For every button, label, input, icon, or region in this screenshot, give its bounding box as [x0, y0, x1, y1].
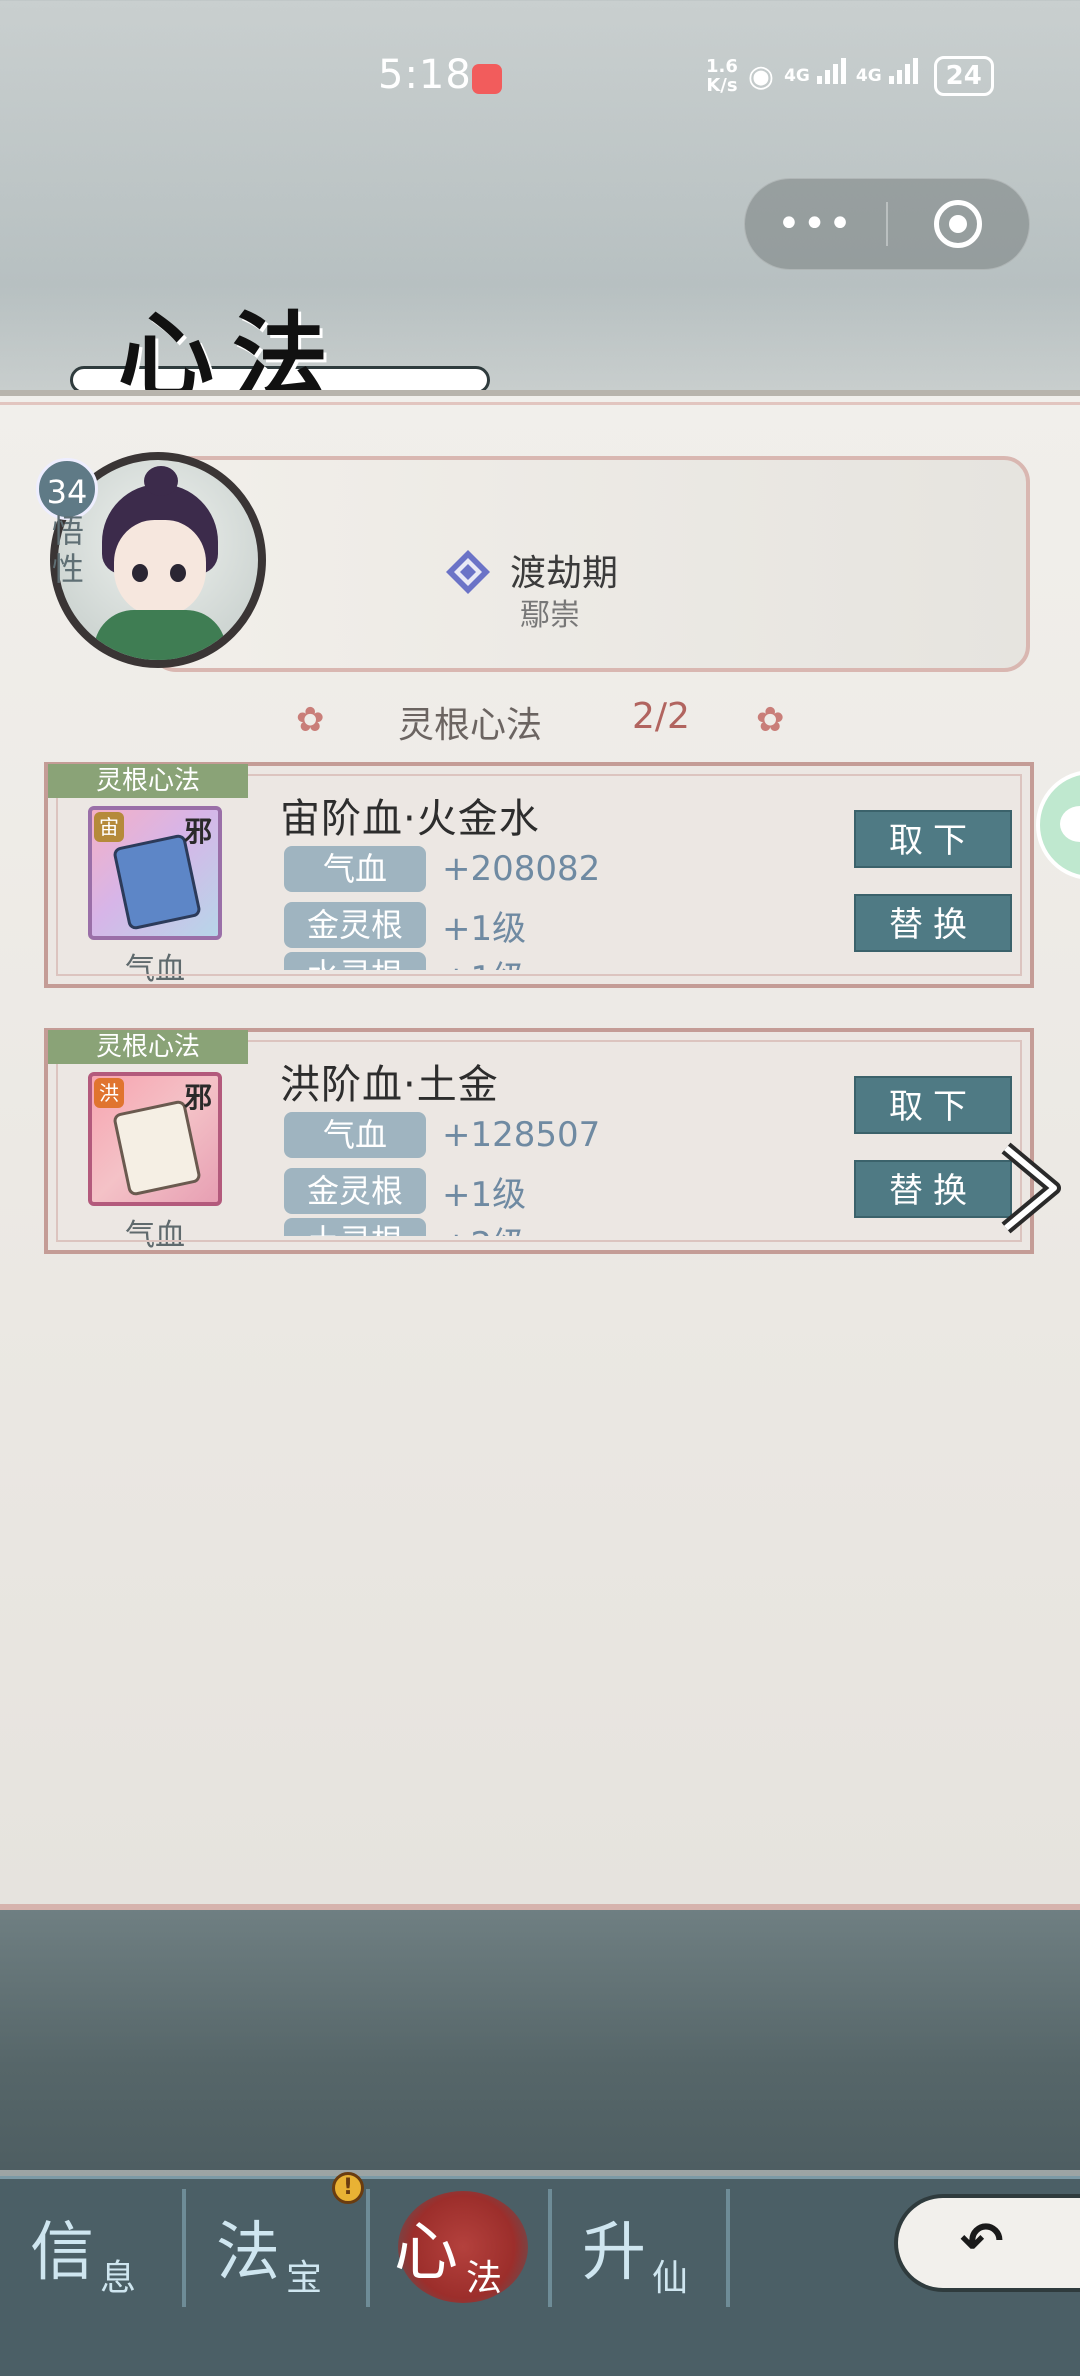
book-grade-badge: 洪 — [94, 1078, 124, 1108]
stat-value: +208082 — [442, 849, 601, 889]
book-grade-badge: 宙 — [94, 812, 124, 842]
tab-info[interactable]: 信 息 — [0, 2179, 180, 2313]
signal-2-label: 4G — [855, 66, 882, 86]
avatar-bun — [144, 466, 178, 496]
card-tag: 灵根心法 — [48, 1030, 248, 1064]
attribute-label: 悟性 — [51, 512, 84, 588]
stat-row: 气血 +128507 — [284, 1112, 600, 1158]
stat-value: +1级 — [442, 1174, 527, 1215]
stat-row: 土灵根 +2级 — [284, 1218, 584, 1236]
stat-label: 金灵根 — [284, 1168, 426, 1214]
hotspot-icon: ◉ — [747, 58, 775, 94]
stat-label: 土灵根 — [284, 1218, 426, 1236]
tab-small-char: 宝 — [286, 2258, 323, 2299]
tab-small-char: 仙 — [652, 2258, 689, 2299]
stat-row: 金灵根 +1级 — [284, 1168, 527, 1215]
tab-divider — [726, 2189, 730, 2307]
status-bar: 5:18 1.6 K/s ◉ 4G 4G 24 — [0, 0, 1080, 160]
level-badge: 34 — [36, 458, 98, 520]
record-circle-icon — [934, 200, 983, 248]
stat-row: 水灵根 +1级 — [284, 952, 584, 970]
stat-label: 气血 — [284, 1112, 426, 1158]
remove-button[interactable]: 取下 — [854, 1076, 1012, 1134]
stat-label: 气血 — [284, 846, 426, 892]
technique-book-icon[interactable]: 宙 邪 — [88, 806, 222, 940]
close-miniprogram-button[interactable] — [888, 200, 1029, 248]
avatar-face — [114, 520, 206, 616]
avatar-robe — [94, 610, 226, 660]
tab-big-char: 信 — [30, 2216, 94, 2290]
tab-ascend[interactable]: 升 仙 — [552, 2179, 732, 2313]
avatar-eye — [170, 564, 186, 582]
tab-small-char: 法 — [466, 2258, 503, 2299]
technique-name: 洪阶血·土金 — [280, 1062, 499, 1108]
replace-button[interactable]: 替换 — [854, 894, 1012, 952]
book-evil-mark: 邪 — [183, 815, 212, 848]
tab-big-char: 心 — [394, 2216, 458, 2290]
net-speed: 1.6 K/s — [706, 57, 738, 95]
net-speed-value: 1.6 — [706, 56, 738, 77]
huawei-app-icon — [472, 64, 502, 94]
remove-button[interactable]: 取下 — [854, 810, 1012, 868]
bottom-scenery — [0, 1910, 1080, 2170]
chevron-right-icon[interactable] — [996, 1142, 1066, 1234]
technique-card: 灵根心法 洪 邪 气血 洪阶血·土金 气血 +128507 金灵根 +1级 土灵… — [44, 1028, 1034, 1254]
back-button[interactable]: ↶ — [894, 2194, 1080, 2292]
book-type-label: 气血 — [125, 1218, 185, 1253]
battery-icon: 24 — [933, 56, 994, 96]
flower-icon: ✿ — [296, 700, 325, 740]
tab-big-char: 升 — [582, 2216, 646, 2290]
replace-button[interactable]: 替换 — [854, 1160, 1012, 1218]
stat-value: +1级 — [442, 952, 526, 971]
realm-icon — [444, 548, 492, 596]
status-time: 5:18 — [378, 52, 472, 98]
back-arrow-icon: ↶ — [960, 2212, 1004, 2272]
flower-icon: ✿ — [756, 700, 785, 740]
character-name: 鄢崇 — [520, 598, 580, 633]
section-title: 灵根心法 — [398, 705, 543, 746]
realm-label: 渡劫期 — [510, 553, 619, 594]
stat-label: 金灵根 — [284, 902, 426, 948]
technique-card: 灵根心法 宙 邪 气血 宙阶血·火金水 气血 +208082 金灵根 +1级 水… — [44, 762, 1034, 988]
tab-technique[interactable]: 心 法 — [370, 2179, 550, 2313]
book-evil-mark: 邪 — [183, 1081, 212, 1114]
stat-value: +1级 — [442, 908, 527, 949]
tab-small-char: 息 — [100, 2258, 137, 2299]
stat-row-clipped[interactable]: 土灵根 +2级 — [284, 1218, 584, 1236]
warning-badge-icon: ! — [332, 2172, 364, 2204]
chat-bubble-icon — [1060, 806, 1080, 842]
profile-card: 渡劫期 鄢崇 — [150, 456, 1030, 672]
signal-1-label: 4G — [784, 66, 810, 86]
signal-2: 4G — [855, 58, 918, 86]
status-icons: 1.6 K/s ◉ 4G 4G 24 — [706, 56, 994, 96]
book-type-label: 气血 — [125, 952, 185, 987]
tab-big-char: 法 — [216, 2216, 280, 2290]
main-panel: 渡劫期 鄢崇 34 悟性 ✿ 灵根心法 2/2 ✿ 灵根心法 宙 邪 气血 宙阶… — [0, 390, 1080, 1910]
section-count: 2/2 — [632, 696, 690, 737]
stat-value: +128507 — [442, 1115, 601, 1155]
stat-label: 水灵根 — [284, 952, 426, 970]
more-menu-icon[interactable]: ••• — [745, 204, 886, 244]
technique-name: 宙阶血·火金水 — [280, 796, 540, 842]
technique-book-icon[interactable]: 洪 邪 — [88, 1072, 222, 1206]
net-speed-unit: K/s — [706, 75, 738, 96]
stat-row: 金灵根 +1级 — [284, 902, 527, 949]
miniprogram-capsule: ••• — [744, 178, 1030, 270]
stat-value: +2级 — [442, 1218, 526, 1237]
stat-row: 气血 +208082 — [284, 846, 600, 892]
signal-bars-icon — [888, 58, 918, 84]
signal-1: 4G — [784, 58, 846, 86]
stat-row-clipped[interactable]: 水灵根 +1级 — [284, 952, 584, 970]
signal-bars-icon — [816, 58, 846, 84]
section-header: ✿ 灵根心法 2/2 ✿ — [0, 686, 1080, 746]
card-tag: 灵根心法 — [48, 764, 248, 798]
avatar-eye — [132, 564, 148, 582]
bottom-strip — [0, 2310, 1080, 2376]
